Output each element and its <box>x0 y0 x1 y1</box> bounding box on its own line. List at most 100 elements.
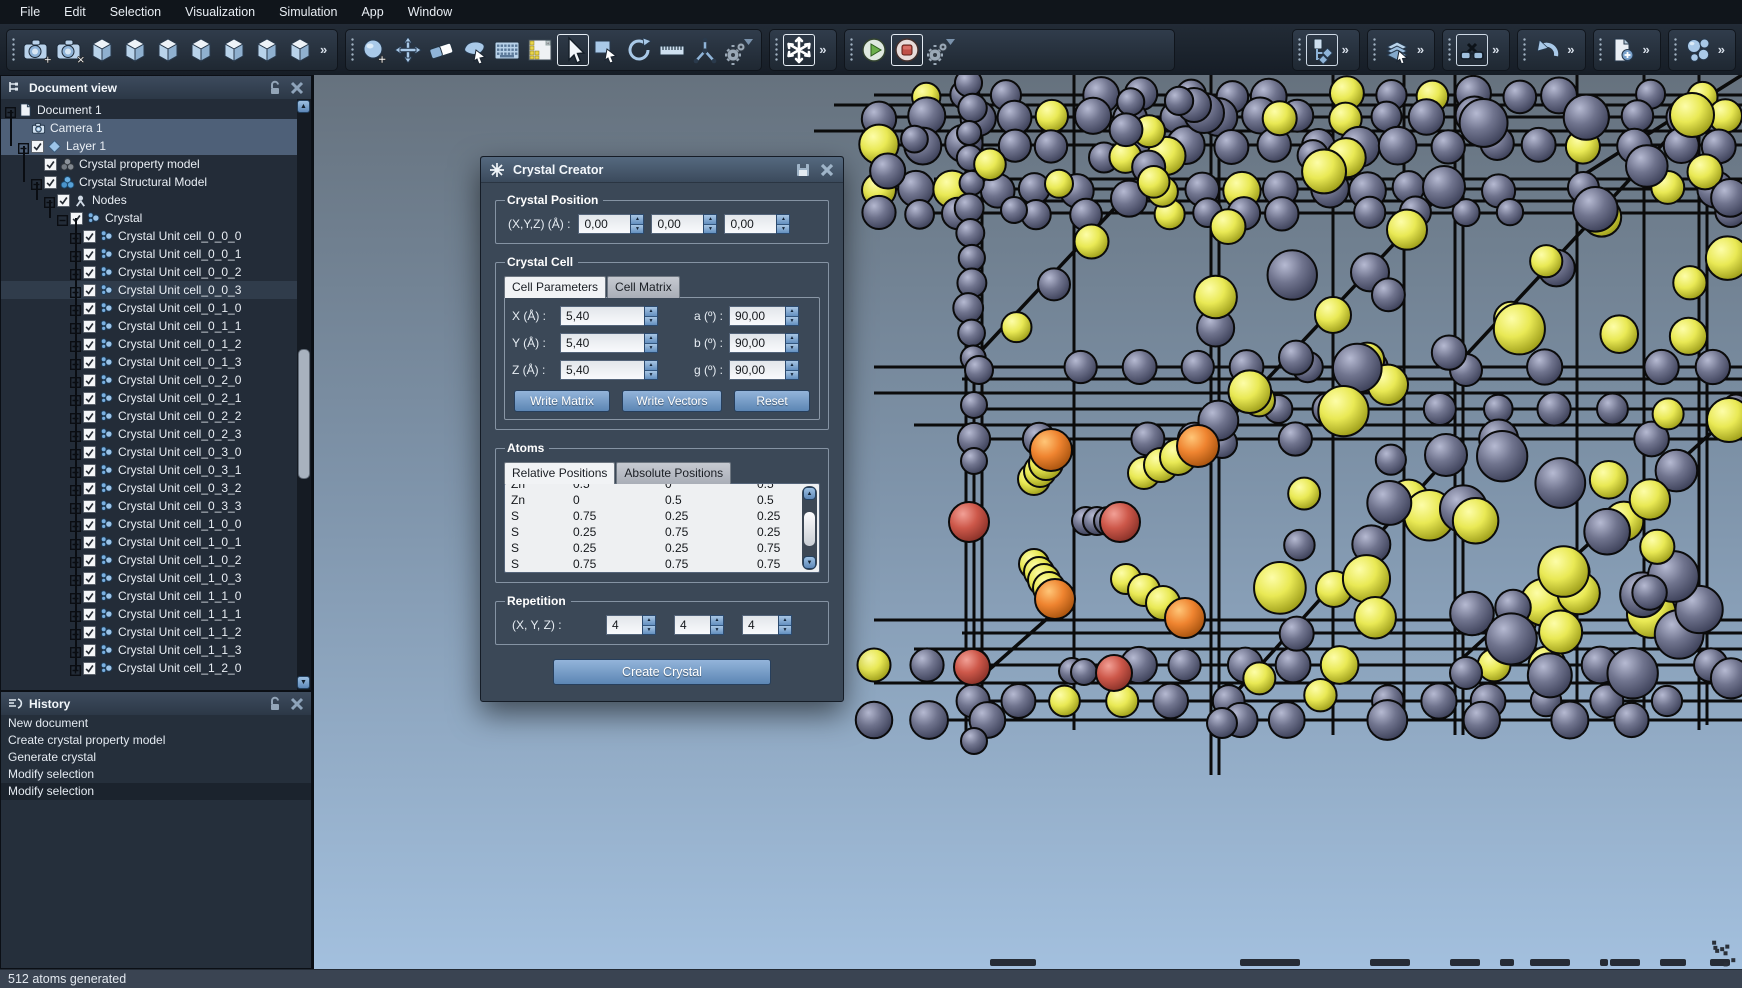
visibility-checkbox[interactable] <box>31 140 44 153</box>
visibility-checkbox[interactable] <box>83 644 96 657</box>
atoms-table-row[interactable]: S0.750.750.75 <box>505 556 801 572</box>
repetition-spinbox-2[interactable]: 4▲▼ <box>742 615 792 635</box>
visibility-checkbox[interactable] <box>83 500 96 513</box>
visibility-checkbox[interactable] <box>83 428 96 441</box>
cube-button[interactable] <box>284 34 316 66</box>
cell-length-spinbox-0[interactable]: 5,40▲▼ <box>560 306 658 326</box>
spin-value-box[interactable]: 5,40 <box>560 306 644 326</box>
spin-up-button[interactable]: ▲ <box>645 334 657 344</box>
tree-item-crystal-unit-cell-0-2-0[interactable]: Crystal Unit cell_0_2_0 <box>1 371 311 389</box>
tree-item-crystal-unit-cell-0-3-0[interactable]: Crystal Unit cell_0_3_0 <box>1 443 311 461</box>
tree-item-crystal[interactable]: Crystal <box>1 209 311 227</box>
tree-item-crystal-unit-cell-0-0-2[interactable]: Crystal Unit cell_0_0_2 <box>1 263 311 281</box>
angle-measure-button[interactable] <box>689 34 721 66</box>
close-icon[interactable] <box>289 696 305 712</box>
spin-down-button[interactable]: ▼ <box>645 344 657 353</box>
write-matrix-button[interactable]: Write Matrix <box>514 390 610 412</box>
visibility-checkbox[interactable] <box>83 464 96 477</box>
tree-item-crystal-unit-cell-0-1-0[interactable]: Crystal Unit cell_0_1_0 <box>1 299 311 317</box>
spin-value-box[interactable]: 4 <box>674 615 710 635</box>
atoms-table-row[interactable]: Zn00.50.5 <box>505 492 801 508</box>
spin-up-button[interactable]: ▲ <box>643 616 655 626</box>
visibility-checkbox[interactable] <box>83 410 96 423</box>
visibility-checkbox[interactable] <box>44 158 57 171</box>
spin-value-box[interactable]: 5,40 <box>560 333 644 353</box>
spin-up-button[interactable]: ▲ <box>786 307 798 317</box>
scroll-down-button[interactable]: ▼ <box>803 556 816 569</box>
spin-up-button[interactable]: ▲ <box>786 334 798 344</box>
toolbar-overflow[interactable]: » <box>1339 34 1352 66</box>
tree-item-crystal-unit-cell-0-1-1[interactable]: Crystal Unit cell_0_1_1 <box>1 317 311 335</box>
visibility-checkbox[interactable] <box>83 374 96 387</box>
spin-value-box[interactable]: 90,00 <box>729 360 785 380</box>
history-item[interactable]: Generate crystal <box>1 749 311 766</box>
scroll-up-button[interactable]: ▲ <box>803 487 816 500</box>
spin-down-button[interactable]: ▼ <box>704 225 716 234</box>
node-hierarchy-button[interactable] <box>1306 34 1338 66</box>
spin-down-button[interactable]: ▼ <box>643 626 655 635</box>
cell-length-spinbox-1[interactable]: 5,40▲▼ <box>560 333 658 353</box>
cube-selected-button[interactable] <box>86 34 118 66</box>
spin-down-button[interactable]: ▼ <box>779 626 791 635</box>
menu-item-simulation[interactable]: Simulation <box>267 2 349 22</box>
spin-value-box[interactable]: 0,00 <box>724 214 776 234</box>
spin-up-button[interactable]: ▲ <box>786 361 798 371</box>
menu-item-selection[interactable]: Selection <box>98 2 173 22</box>
tree-item-crystal-unit-cell-0-2-1[interactable]: Crystal Unit cell_0_2_1 <box>1 389 311 407</box>
toolbar-overflow[interactable]: » <box>1715 34 1728 66</box>
tree-item-crystal-unit-cell-0-0-1[interactable]: Crystal Unit cell_0_0_1 <box>1 245 311 263</box>
cell-angle-spinbox-2[interactable]: 90,00▲▼ <box>729 360 799 380</box>
spin-down-button[interactable]: ▼ <box>786 317 798 326</box>
scroll-thumb[interactable] <box>804 512 815 546</box>
toolbar-overflow[interactable]: » <box>1489 34 1502 66</box>
visibility-checkbox[interactable] <box>83 446 96 459</box>
ruler-button[interactable] <box>656 34 688 66</box>
tree-item-crystal-unit-cell-1-0-3[interactable]: Crystal Unit cell_1_0_3 <box>1 569 311 587</box>
spin-value-box[interactable]: 90,00 <box>729 333 785 353</box>
atoms-table-row[interactable]: S0.250.750.25 <box>505 524 801 540</box>
visibility-checkbox[interactable] <box>83 572 96 585</box>
tree-item-crystal-unit-cell-1-1-0[interactable]: Crystal Unit cell_1_1_0 <box>1 587 311 605</box>
menu-item-file[interactable]: File <box>8 2 52 22</box>
visibility-checkbox[interactable] <box>83 230 96 243</box>
lock-icon[interactable] <box>267 696 283 712</box>
hide-glasses-button[interactable] <box>1456 34 1488 66</box>
history-item[interactable]: Modify selection <box>1 766 311 783</box>
spin-up-button[interactable]: ▲ <box>645 361 657 371</box>
spin-up-button[interactable]: ▲ <box>779 616 791 626</box>
spin-down-button[interactable]: ▼ <box>631 225 643 234</box>
spin-down-button[interactable]: ▼ <box>711 626 723 635</box>
tree-scrollbar[interactable]: ▲▼ <box>297 99 311 690</box>
tree-item-crystal-unit-cell-0-2-3[interactable]: Crystal Unit cell_0_2_3 <box>1 425 311 443</box>
visibility-checkbox[interactable] <box>83 536 96 549</box>
spin-down-button[interactable]: ▼ <box>645 317 657 326</box>
visibility-checkbox[interactable] <box>83 626 96 639</box>
visibility-checkbox[interactable] <box>83 518 96 531</box>
menu-item-app[interactable]: App <box>349 2 395 22</box>
visibility-checkbox[interactable] <box>83 320 96 333</box>
toolbar-overflow[interactable]: » <box>816 34 829 66</box>
write-vectors-button[interactable]: Write Vectors <box>622 390 722 412</box>
tree-item-crystal-unit-cell-0-2-2[interactable]: Crystal Unit cell_0_2_2 <box>1 407 311 425</box>
atoms-table[interactable]: Zn0.500.5Zn00.50.5S0.750.250.25S0.250.75… <box>504 483 820 573</box>
dialog-titlebar[interactable]: Crystal Creator <box>481 157 843 183</box>
close-icon[interactable] <box>289 80 305 96</box>
spin-down-button[interactable]: ▼ <box>786 371 798 380</box>
tree-item-crystal-unit-cell-1-1-2[interactable]: Crystal Unit cell_1_1_2 <box>1 623 311 641</box>
eraser-button[interactable] <box>425 34 457 66</box>
cube-button[interactable] <box>218 34 250 66</box>
tree-item-crystal-unit-cell-1-0-1[interactable]: Crystal Unit cell_1_0_1 <box>1 533 311 551</box>
visibility-checkbox[interactable] <box>83 356 96 369</box>
toolbar-overflow[interactable]: » <box>1640 34 1653 66</box>
tree-item-crystal-property-model[interactable]: Crystal property model <box>1 155 311 173</box>
snowflake-minimizer-button[interactable] <box>783 34 815 66</box>
tree-item-crystal-unit-cell-0-3-3[interactable]: Crystal Unit cell_0_3_3 <box>1 497 311 515</box>
camera-add-button[interactable]: + <box>20 34 52 66</box>
visibility-checkbox[interactable] <box>83 302 96 315</box>
undo-button[interactable] <box>1531 34 1563 66</box>
spin-down-button[interactable]: ▼ <box>777 225 789 234</box>
scroll-thumb[interactable] <box>298 349 310 479</box>
periodic-table-button[interactable]: H <box>524 34 556 66</box>
tree-item-crystal-structural-model[interactable]: Crystal Structural Model <box>1 173 311 191</box>
visibility-checkbox[interactable] <box>83 662 96 675</box>
